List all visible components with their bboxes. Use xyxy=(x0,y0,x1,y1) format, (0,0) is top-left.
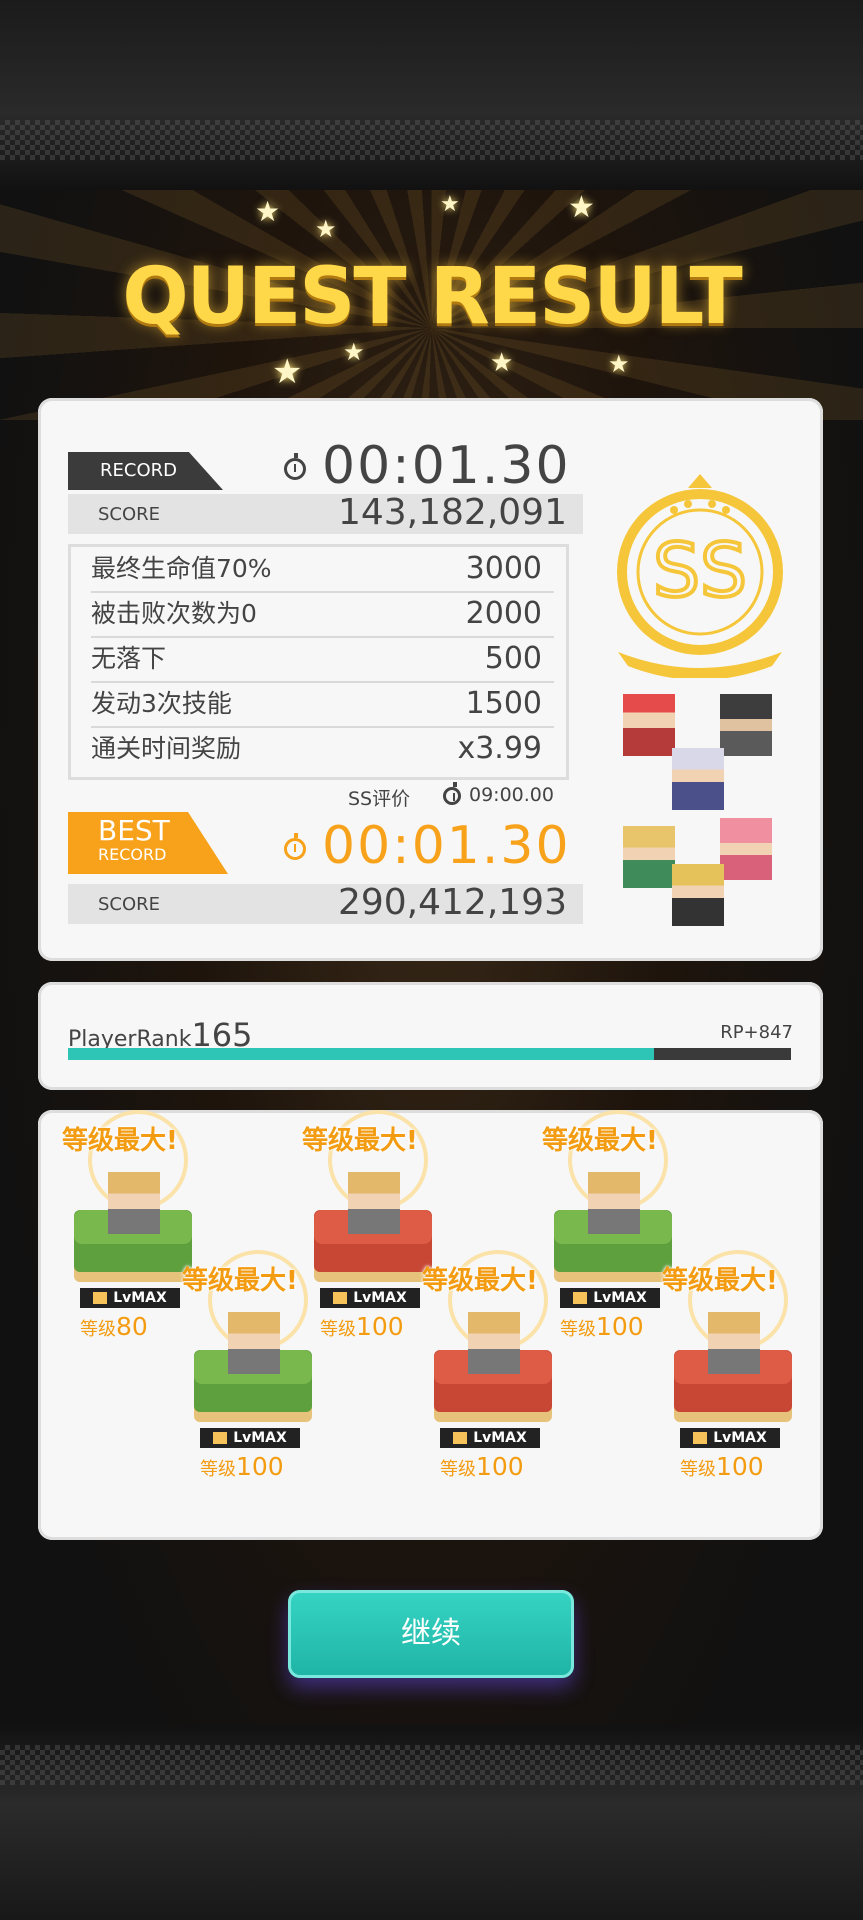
character-sprite xyxy=(672,864,724,926)
rp-gain: RP+847 xyxy=(720,1022,793,1043)
player-rank-panel: PlayerRank165 RP+847 xyxy=(38,982,823,1090)
star-icon: ★ xyxy=(490,348,514,378)
character-sprite xyxy=(588,1172,640,1234)
lvmax-badge: LvMAX xyxy=(320,1288,420,1308)
page-title: QUEST RESULT xyxy=(122,252,742,342)
character-sprite xyxy=(708,1312,760,1374)
ss-rating-label: SS评价 xyxy=(348,788,411,810)
unit-card: 等级最大! LvMAX 等级100 xyxy=(302,1110,438,1410)
level-max-text: 等级最大! xyxy=(182,1266,298,1296)
rank-progress-fill xyxy=(68,1048,654,1060)
best-score-bar: SCORE 290,412,193 xyxy=(68,882,583,924)
stopwatch-icon xyxy=(443,781,461,805)
bonus-row: 被击败次数为0 2000 xyxy=(91,592,554,638)
unit-card: 等级最大! LvMAX 等级100 xyxy=(542,1110,678,1410)
lvmax-badge: LvMAX xyxy=(560,1288,660,1308)
bonus-list: 最终生命值70% 3000 被击败次数为0 2000 无落下 500 发动3次技能 15… xyxy=(68,544,569,780)
bonus-row: 通关时间奖励 x3.99 xyxy=(91,731,542,766)
character-sprite xyxy=(108,1172,160,1234)
bonus-row: 最终生命值70% 3000 xyxy=(91,547,554,593)
lvmax-badge: LvMAX xyxy=(200,1428,300,1448)
svg-text:SS: SS xyxy=(653,528,747,614)
unit-card: 等级最大! LvMAX 等级80 xyxy=(62,1110,198,1410)
unit-card: 等级最大! LvMAX 等级100 xyxy=(662,1250,798,1550)
character-sprite xyxy=(468,1312,520,1374)
bottom-banner xyxy=(0,1725,863,1920)
result-panel: RECORD 00:01.30 SCORE 143,182,091 最终生命值7… xyxy=(38,398,823,961)
character-sprite xyxy=(623,694,675,756)
best-time: 00:01.30 xyxy=(284,816,571,876)
unit-level: 等级80 xyxy=(80,1312,148,1341)
record-label: RECORD xyxy=(68,452,223,490)
checker-pattern xyxy=(0,120,863,160)
stopwatch-icon xyxy=(284,833,306,860)
character-sprite xyxy=(720,694,772,756)
unit-level: 等级100 xyxy=(200,1452,284,1481)
badge-icon xyxy=(93,1292,108,1304)
level-max-text: 等级最大! xyxy=(302,1126,418,1156)
level-max-text: 等级最大! xyxy=(62,1126,178,1156)
record-score: 143,182,091 xyxy=(337,492,567,533)
level-max-text: 等级最大! xyxy=(422,1266,538,1296)
star-icon: ★ xyxy=(255,195,281,228)
star-icon: ★ xyxy=(272,352,303,392)
score-label: SCORE xyxy=(98,504,161,525)
lvmax-badge: LvMAX xyxy=(80,1288,180,1308)
unit-level: 等级100 xyxy=(680,1452,764,1481)
best-record-label: BEST RECORD xyxy=(68,812,228,874)
character-sprite xyxy=(672,748,724,810)
unit-level: 等级100 xyxy=(320,1312,404,1341)
character-sprite xyxy=(348,1172,400,1234)
score-label: SCORE xyxy=(98,894,161,915)
checker-pattern xyxy=(0,1745,863,1785)
star-icon: ★ xyxy=(568,190,595,225)
unit-card: 等级最大! LvMAX 等级100 xyxy=(182,1250,318,1550)
character-sprite xyxy=(623,826,675,888)
badge-icon xyxy=(453,1432,468,1444)
star-icon: ★ xyxy=(608,350,630,378)
unit-level: 等级100 xyxy=(560,1312,644,1341)
unit-card: 等级最大! LvMAX 等级100 xyxy=(422,1250,558,1550)
best-score: 290,412,193 xyxy=(337,882,567,923)
bonus-row: 发动3次技能 1500 xyxy=(91,682,554,728)
badge-icon xyxy=(333,1292,348,1304)
record-time: 00:01.30 xyxy=(284,436,571,496)
record-score-bar: SCORE 143,182,091 xyxy=(68,492,583,534)
lvmax-badge: LvMAX xyxy=(680,1428,780,1448)
level-max-text: 等级最大! xyxy=(542,1126,658,1156)
top-banner xyxy=(0,0,863,190)
lvmax-badge: LvMAX xyxy=(440,1428,540,1448)
ss-rating-time: 09:00.00 xyxy=(443,781,554,806)
badge-icon xyxy=(573,1292,588,1304)
level-max-text: 等级最大! xyxy=(662,1266,778,1296)
star-icon: ★ xyxy=(315,215,337,243)
star-icon: ★ xyxy=(440,192,460,217)
character-sprite xyxy=(720,818,772,880)
continue-button[interactable]: 继续 xyxy=(288,1590,574,1678)
stopwatch-icon xyxy=(284,453,306,480)
character-sprite xyxy=(228,1312,280,1374)
star-icon: ★ xyxy=(343,338,365,366)
rank-progress-bar xyxy=(68,1048,791,1060)
unit-level: 等级100 xyxy=(440,1452,524,1481)
badge-icon xyxy=(693,1432,708,1444)
badge-icon xyxy=(213,1432,228,1444)
bonus-row: 无落下 500 xyxy=(91,637,554,683)
units-panel: 等级最大! LvMAX 等级80 等级最大! LvMAX 等级100 等级最大!… xyxy=(38,1110,823,1540)
ss-grade-emblem: SS xyxy=(617,474,783,678)
